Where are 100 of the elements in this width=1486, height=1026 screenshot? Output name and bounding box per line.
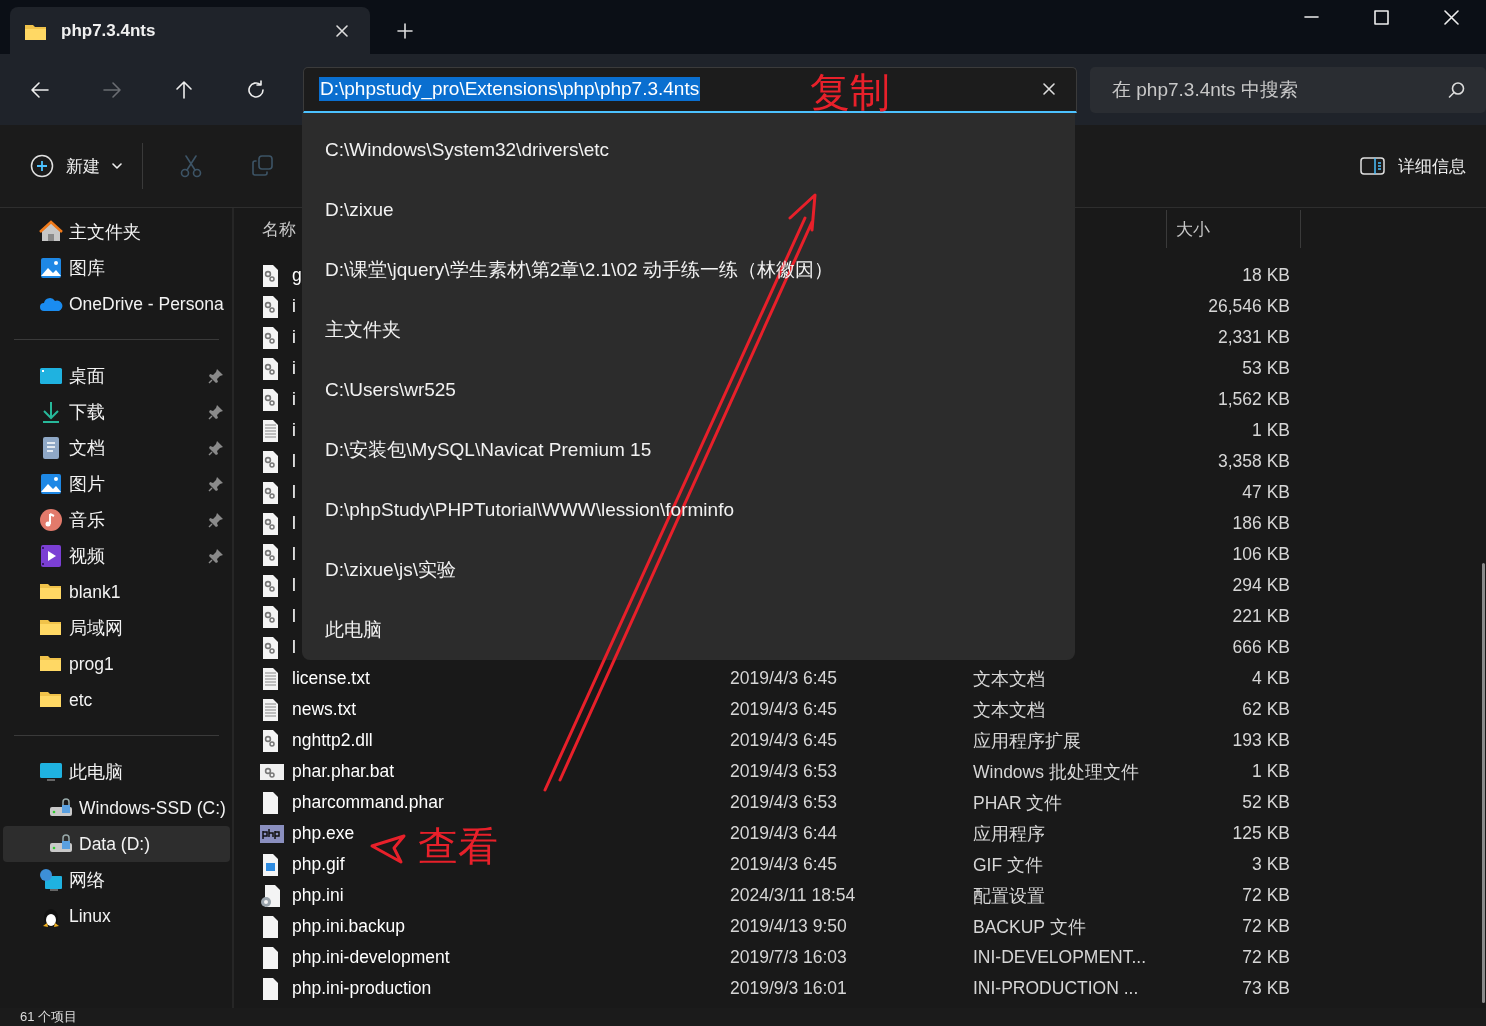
sidebar-item[interactable]: prog1: [3, 646, 230, 682]
image-icon: [39, 472, 63, 496]
annotation-text: 复制: [810, 72, 890, 112]
file-size: 72 KB: [1242, 885, 1290, 905]
file-name[interactable]: g: [292, 265, 302, 286]
file-size: 1 KB: [1252, 761, 1290, 781]
date-modified: 2019/9/3 16:01: [730, 978, 847, 998]
menu-item[interactable]: D:\zixue: [302, 180, 1075, 240]
file-name[interactable]: l: [292, 451, 296, 472]
file-size: 73 KB: [1242, 978, 1290, 998]
file-name[interactable]: i: [292, 327, 296, 348]
file-name[interactable]: license.txt: [292, 668, 370, 689]
file-name[interactable]: i: [292, 358, 296, 379]
sidebar-item[interactable]: 局域网: [3, 610, 230, 646]
sidebar-item[interactable]: 桌面: [3, 358, 230, 394]
image-icon: [39, 256, 63, 280]
sidebar-item[interactable]: 主文件夹: [3, 214, 230, 250]
music-icon: [39, 508, 63, 532]
sidebar-item[interactable]: 文档: [3, 430, 230, 466]
date-modified: 2024/3/11 18:54: [730, 885, 856, 905]
file-name[interactable]: pharcommand.phar: [292, 792, 444, 813]
tab-title: php7.3.4nts: [61, 20, 156, 41]
close-icon: [1042, 82, 1056, 96]
new-button[interactable]: 新建: [28, 146, 124, 186]
file-name[interactable]: php.exe: [292, 823, 355, 844]
menu-item[interactable]: D:\安装包\MySQL\Navicat Premium 15: [302, 420, 1075, 480]
plus-circle-icon: [30, 154, 54, 178]
menu-item[interactable]: C:\Users\wr525: [302, 360, 1075, 420]
scissors-icon: [179, 154, 203, 178]
item-count: 61 个项目: [20, 1008, 78, 1026]
date-modified: 2019/4/3 6:45: [730, 854, 838, 874]
menu-item[interactable]: 主文件夹: [302, 300, 1075, 360]
sidebar-item[interactable]: 网络: [3, 862, 230, 898]
copy-icon: [251, 154, 275, 178]
file-name[interactable]: php.ini: [292, 885, 344, 906]
refresh-icon: [245, 78, 267, 101]
file-name[interactable]: phar.phar.bat: [292, 761, 395, 782]
file-size: 18 KB: [1242, 265, 1290, 285]
file-type: 配置设置: [973, 885, 1045, 906]
sidebar-item[interactable]: etc: [3, 682, 230, 718]
sidebar-item[interactable]: 图片: [3, 466, 230, 502]
details-button[interactable]: 详细信息: [1360, 154, 1466, 178]
file-size: 3 KB: [1252, 854, 1290, 874]
tab[interactable]: php7.3.4nts: [10, 7, 370, 54]
file-size: 1,562 KB: [1218, 389, 1290, 409]
menu-item[interactable]: D:\zixue\js\实验: [302, 540, 1075, 600]
arrow-up-icon: [173, 78, 195, 101]
file-name[interactable]: i: [292, 420, 296, 441]
file-size: 666 KB: [1232, 637, 1290, 657]
file-name[interactable]: php.gif: [292, 854, 345, 875]
file-type: INI-DEVELOPMENT...: [973, 947, 1147, 967]
minimize-icon: [1303, 16, 1319, 18]
file-size: 186 KB: [1232, 513, 1290, 533]
date-modified: 2019/4/3 6:53: [730, 792, 838, 812]
file-size: 221 KB: [1232, 606, 1290, 626]
file-type: Windows 批处理文件: [973, 761, 1139, 782]
file-size: 53 KB: [1242, 358, 1290, 378]
scrollbar-thumb[interactable]: [1482, 563, 1485, 1003]
date-modified: 2019/4/3 6:45: [730, 668, 838, 688]
file-name[interactable]: i: [292, 296, 296, 317]
menu-item[interactable]: 此电脑: [302, 600, 1075, 660]
column-header[interactable]: 名称: [262, 219, 296, 239]
sidebar-item[interactable]: Data (D:): [3, 826, 230, 862]
column-header[interactable]: 大小: [1176, 217, 1210, 241]
sidebar-item[interactable]: Linux: [3, 898, 230, 934]
sidebar-item[interactable]: 音乐: [3, 502, 230, 538]
menu-item[interactable]: C:\Windows\System32\drivers\etc: [302, 120, 1075, 180]
sidebar-item[interactable]: blank1: [3, 574, 230, 610]
file-name[interactable]: php.ini-development: [292, 947, 450, 968]
file-size: 294 KB: [1232, 575, 1290, 595]
file-name[interactable]: l: [292, 482, 296, 503]
file-name[interactable]: php.ini-production: [292, 978, 432, 999]
file-type: PHAR 文件: [973, 792, 1063, 813]
sidebar-item[interactable]: OneDrive - Persona: [3, 286, 230, 322]
file-name[interactable]: l: [292, 544, 296, 565]
file-name[interactable]: l: [292, 513, 296, 534]
file-size: 3,358 KB: [1218, 451, 1290, 471]
file-type: 应用程序扩展: [973, 730, 1081, 751]
sidebar-item[interactable]: 下载: [3, 394, 230, 430]
file-type: GIF 文件: [973, 854, 1044, 875]
file-name[interactable]: news.txt: [292, 699, 357, 720]
file-name[interactable]: l: [292, 575, 296, 596]
sidebar-item[interactable]: 图库: [3, 250, 230, 286]
address-text: D:\phpstudy_pro\Extensions\php\php7.3.4nts: [319, 77, 701, 101]
plus-icon: [397, 23, 413, 39]
sidebar-item[interactable]: Windows-SSD (C:): [3, 790, 230, 826]
file-name[interactable]: nghttp2.dll: [292, 730, 373, 751]
file-name[interactable]: i: [292, 389, 296, 410]
file-name[interactable]: l: [292, 606, 296, 627]
annotation-arrow: [370, 834, 406, 864]
date-modified: 2019/4/3 6:45: [730, 730, 838, 750]
search-field[interactable]: 在 php7.3.4nts 中搜索: [1090, 66, 1486, 113]
file-size: 47 KB: [1242, 482, 1290, 502]
file-size: 1 KB: [1252, 420, 1290, 440]
file-name[interactable]: l: [292, 637, 296, 658]
file-size: 106 KB: [1232, 544, 1290, 564]
sidebar-item[interactable]: 此电脑: [3, 754, 230, 790]
sidebar-item[interactable]: 视频: [3, 538, 230, 574]
home-icon: [39, 220, 63, 244]
file-name[interactable]: php.ini.backup: [292, 916, 405, 937]
